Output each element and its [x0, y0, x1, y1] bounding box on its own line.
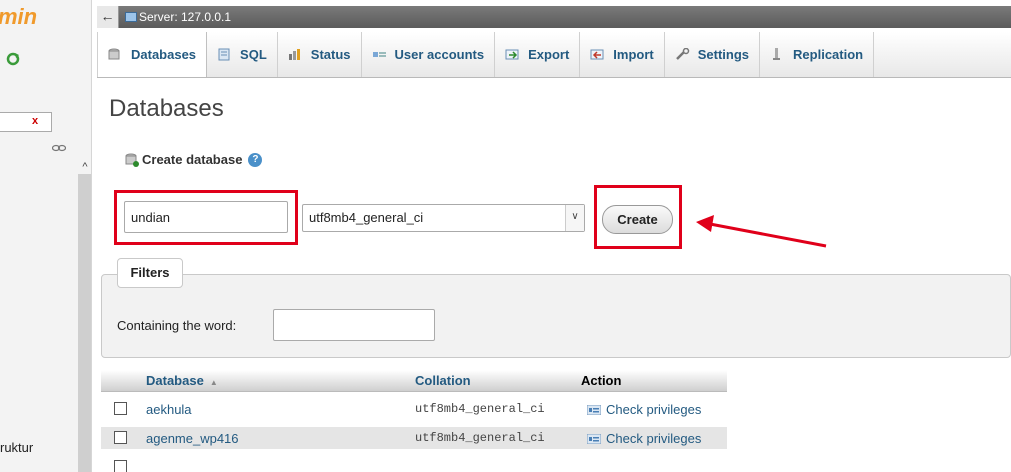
server-breadcrumb-bar: ← Server: 127.0.0.1 [97, 6, 1011, 28]
column-header-action: Action [581, 373, 622, 388]
main-content: Databases Create database ? utf8mb4_gene… [97, 78, 1011, 472]
users-icon [372, 52, 386, 57]
collation-value: utf8mb4_general_ci [415, 402, 545, 416]
row-checkbox[interactable] [114, 402, 127, 415]
check-privileges-link[interactable]: Check privileges [587, 402, 701, 417]
containing-word-input[interactable] [273, 309, 435, 341]
export-icon [505, 49, 519, 60]
navigation-item-structure[interactable]: ruktur [0, 440, 33, 455]
tab-label: Status [310, 47, 351, 62]
logo: min [0, 4, 38, 29]
filters-legend: Filters [117, 258, 183, 288]
tab-status[interactable]: Status [278, 32, 362, 77]
annotation-arrow-icon [696, 215, 827, 248]
collation-value: utf8mb4_general_ci [415, 431, 545, 445]
table-header: Database ▲ Collation Action [101, 370, 727, 392]
tab-import[interactable]: Import [580, 32, 665, 77]
tab-export[interactable]: Export [495, 32, 581, 77]
navigation-panel: min x ^ ruktur [0, 0, 92, 472]
tab-sql[interactable]: SQL [207, 32, 278, 77]
annotation-highlight-create-button [594, 185, 682, 249]
check-privileges-link[interactable]: Check privileges [587, 431, 701, 446]
sort-icon: ▲ [209, 378, 218, 387]
tab-label: Settings [697, 47, 750, 62]
collation-select[interactable]: utf8mb4_general_ci ∨ [302, 204, 585, 232]
create-database-heading: Create database ? [125, 152, 263, 167]
tab-label: Databases [131, 47, 197, 62]
navigation-filter-input[interactable] [0, 112, 52, 132]
tab-replication[interactable]: Replication [760, 32, 875, 77]
table-row: aekhula utf8mb4_general_ci Check privile… [101, 398, 727, 420]
help-icon[interactable]: ? [248, 152, 263, 167]
database-link[interactable]: aekhula [146, 402, 192, 417]
privileges-icon [587, 433, 601, 444]
import-icon [590, 49, 604, 60]
new-database-icon [125, 153, 139, 167]
status-icon [288, 49, 300, 60]
server-breadcrumb[interactable]: Server: 127.0.0.1 [139, 10, 231, 24]
tab-label: Export [528, 47, 570, 62]
tab-label: User accounts [394, 47, 485, 62]
main-menu-tabs: Databases SQL Status User accounts Expor… [97, 32, 1011, 78]
sql-icon [218, 48, 230, 61]
tab-label: Replication [793, 47, 864, 62]
containing-word-label: Containing the word: [117, 318, 237, 333]
collation-selected-value: utf8mb4_general_ci [309, 210, 424, 225]
column-header-collation[interactable]: Collation [415, 373, 471, 388]
database-link[interactable]: agenme_wp416 [146, 431, 239, 446]
tab-user-accounts[interactable]: User accounts [362, 32, 496, 77]
row-checkbox[interactable] [114, 460, 127, 472]
link-icon[interactable] [52, 144, 66, 152]
tab-settings[interactable]: Settings [665, 32, 761, 77]
tab-label: Import [613, 47, 654, 62]
annotation-highlight-name-input [114, 190, 298, 245]
page-title: Databases [109, 95, 224, 122]
row-checkbox[interactable] [114, 431, 127, 444]
scroll-up-icon[interactable]: ^ [78, 160, 91, 174]
clear-filter-icon[interactable]: x [32, 115, 38, 127]
collapse-navigation-icon[interactable]: ← [97, 6, 119, 28]
privileges-icon [587, 404, 601, 415]
filters-fieldset [101, 274, 1011, 358]
tab-label: SQL [240, 47, 267, 62]
reload-icon[interactable] [6, 52, 20, 66]
navigation-scrollbar[interactable] [78, 160, 91, 472]
tab-databases[interactable]: Databases [97, 32, 208, 77]
table-row-partial [101, 456, 727, 472]
table-row: agenme_wp416 utf8mb4_general_ci Check pr… [101, 427, 727, 449]
database-icon [108, 48, 120, 60]
create-database-label: Create database [142, 152, 243, 167]
column-header-database[interactable]: Database ▲ [146, 373, 218, 388]
settings-icon [675, 48, 689, 60]
replication-icon [773, 48, 781, 60]
server-icon [125, 12, 137, 22]
chevron-down-icon[interactable]: ∨ [565, 205, 584, 231]
